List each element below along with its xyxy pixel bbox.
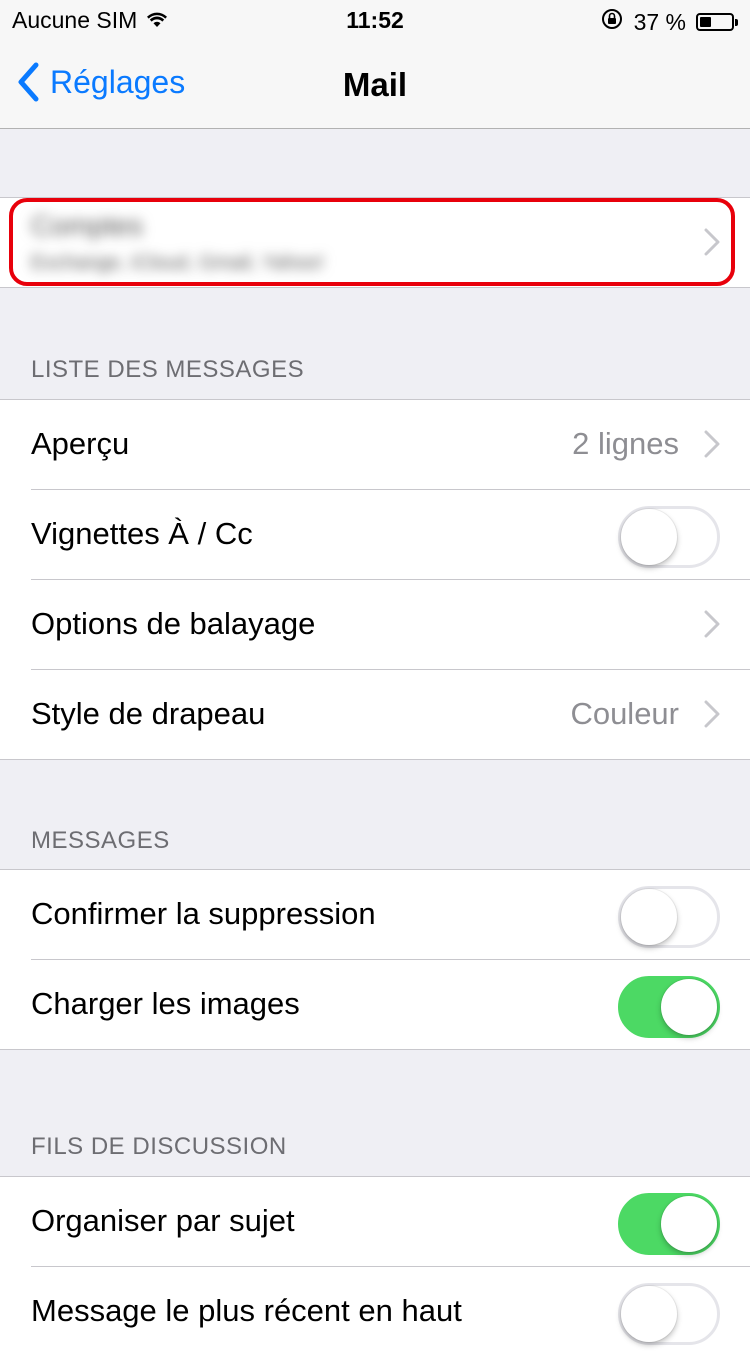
preview-row[interactable]: Aperçu 2 lignes xyxy=(31,400,750,490)
section-header-messages: MESSAGES xyxy=(31,827,170,854)
threads-group: Organiser par sujet Message le plus réce… xyxy=(0,1176,750,1356)
page-title: Mail xyxy=(342,66,408,103)
organize-by-subject-row: Organiser par sujet xyxy=(31,1177,750,1267)
preview-value: 2 lignes xyxy=(572,426,679,461)
battery-percent: 37 % xyxy=(633,8,686,35)
thumbnails-label: Vignettes À / Cc xyxy=(31,516,253,551)
messages-group: Confirmer la suppression Charger les ima… xyxy=(0,869,750,1050)
thumbnails-row: Vignettes À / Cc xyxy=(31,490,750,580)
navigation-bar: Réglages Mail xyxy=(0,40,750,129)
organize-by-subject-toggle[interactable] xyxy=(618,1193,720,1255)
accounts-subtitle: Exchange, iCloud, Gmail, Yahoo! xyxy=(31,252,324,274)
recent-on-top-toggle[interactable] xyxy=(618,1283,720,1345)
section-header-message-list: LISTE DES MESSAGES xyxy=(31,356,305,383)
toggle-knob xyxy=(661,979,717,1035)
organize-by-subject-label: Organiser par sujet xyxy=(31,1203,295,1238)
confirm-delete-toggle[interactable] xyxy=(618,886,720,948)
section-header-threads: FILS DE DISCUSSION xyxy=(31,1133,287,1160)
message-list-group: Aperçu 2 lignes Vignettes À / Cc Options… xyxy=(0,399,750,760)
accounts-title: Comptes xyxy=(31,210,144,241)
orientation-lock-icon xyxy=(600,7,624,37)
confirm-delete-row: Confirmer la suppression xyxy=(31,870,750,960)
load-images-toggle[interactable] xyxy=(618,976,720,1038)
chevron-right-icon xyxy=(704,700,720,728)
recent-on-top-label: Message le plus récent en haut xyxy=(31,1293,462,1328)
preview-label: Aperçu xyxy=(31,426,130,461)
flag-style-label: Style de drapeau xyxy=(31,696,266,731)
load-images-label: Charger les images xyxy=(31,986,300,1021)
chevron-right-icon xyxy=(704,610,720,638)
swipe-options-label: Options de balayage xyxy=(31,606,316,641)
recent-on-top-row: Message le plus récent en haut xyxy=(31,1267,750,1356)
chevron-right-icon xyxy=(704,430,720,458)
chevron-right-icon xyxy=(704,228,720,256)
battery-level xyxy=(700,17,711,27)
flag-style-row[interactable]: Style de drapeau Couleur xyxy=(31,670,750,759)
load-images-row: Charger les images xyxy=(31,960,750,1049)
toggle-knob xyxy=(621,889,677,945)
flag-style-value: Couleur xyxy=(570,696,679,731)
status-bar: Aucune SIM 11:52 37 % xyxy=(0,0,750,40)
confirm-delete-label: Confirmer la suppression xyxy=(31,896,376,931)
battery-icon xyxy=(696,13,738,31)
toggle-knob xyxy=(661,1196,717,1252)
toggle-knob xyxy=(621,509,677,565)
status-right: 37 % xyxy=(600,7,738,37)
accounts-group: Comptes Exchange, iCloud, Gmail, Yahoo! xyxy=(0,197,750,288)
thumbnails-toggle[interactable] xyxy=(618,506,720,568)
swipe-options-row[interactable]: Options de balayage xyxy=(31,580,750,670)
accounts-row[interactable]: Comptes Exchange, iCloud, Gmail, Yahoo! xyxy=(0,198,750,287)
